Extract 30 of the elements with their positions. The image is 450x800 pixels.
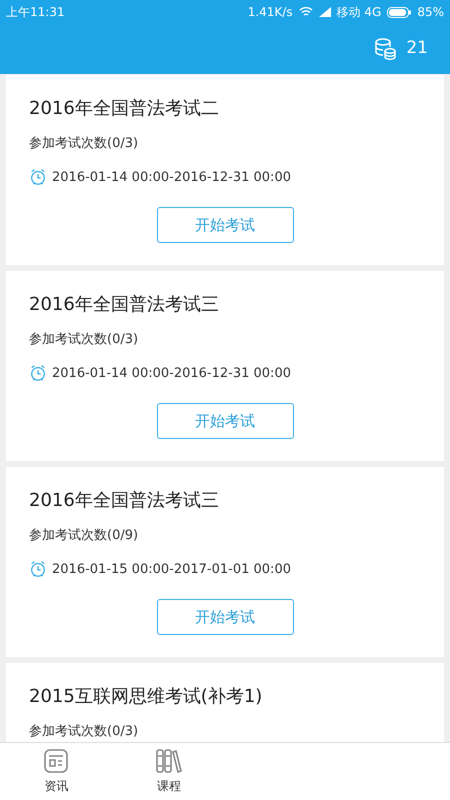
attempt-count: 参加考试次数(0/3): [29, 135, 140, 153]
books-icon: [154, 748, 183, 774]
status-time: 上午11:31: [6, 4, 65, 21]
alarm-clock-icon: [29, 560, 47, 578]
attempt-count: 参加考试次数(0/3): [29, 723, 140, 741]
network-speed: 1.41K/s: [248, 4, 293, 21]
coin-count: 21: [406, 37, 428, 60]
exam-period: 2016-01-15 00:00-2017-01-01 00:00: [52, 560, 291, 578]
document-icon: [43, 748, 70, 774]
start-exam-button[interactable]: 开始考试: [156, 599, 294, 635]
nav-tab[interactable]: 课程: [112, 743, 225, 800]
battery-icon: [387, 6, 412, 18]
start-exam-button[interactable]: 开始考试: [156, 403, 294, 439]
alarm-clock-icon: [29, 364, 47, 382]
exam-period: 2016-01-14 00:00-2016-12-31 00:00: [52, 168, 291, 186]
exam-title: 2016年全国普法考试三: [29, 293, 220, 317]
exam-period: 2016-01-14 00:00-2016-12-31 00:00: [52, 364, 291, 382]
nav-tab[interactable]: 资讯: [0, 743, 112, 800]
battery-percent: 85%: [417, 4, 444, 21]
exam-title: 2015互联网思维考试(补考1): [29, 685, 264, 709]
exam-title: 2016年全国普法考试三: [29, 489, 220, 513]
attempt-count: 参加考试次数(0/9): [29, 527, 140, 545]
coins-icon: [374, 38, 396, 60]
signal-icon: [318, 7, 331, 17]
exam-title: 2016年全国普法考试二: [29, 97, 220, 121]
start-exam-button[interactable]: 开始考试: [156, 207, 294, 243]
wifi-icon: [298, 6, 313, 18]
carrier-label: 移动 4G: [336, 4, 382, 21]
attempt-count: 参加考试次数(0/3): [29, 331, 140, 349]
alarm-clock-icon: [29, 168, 47, 186]
